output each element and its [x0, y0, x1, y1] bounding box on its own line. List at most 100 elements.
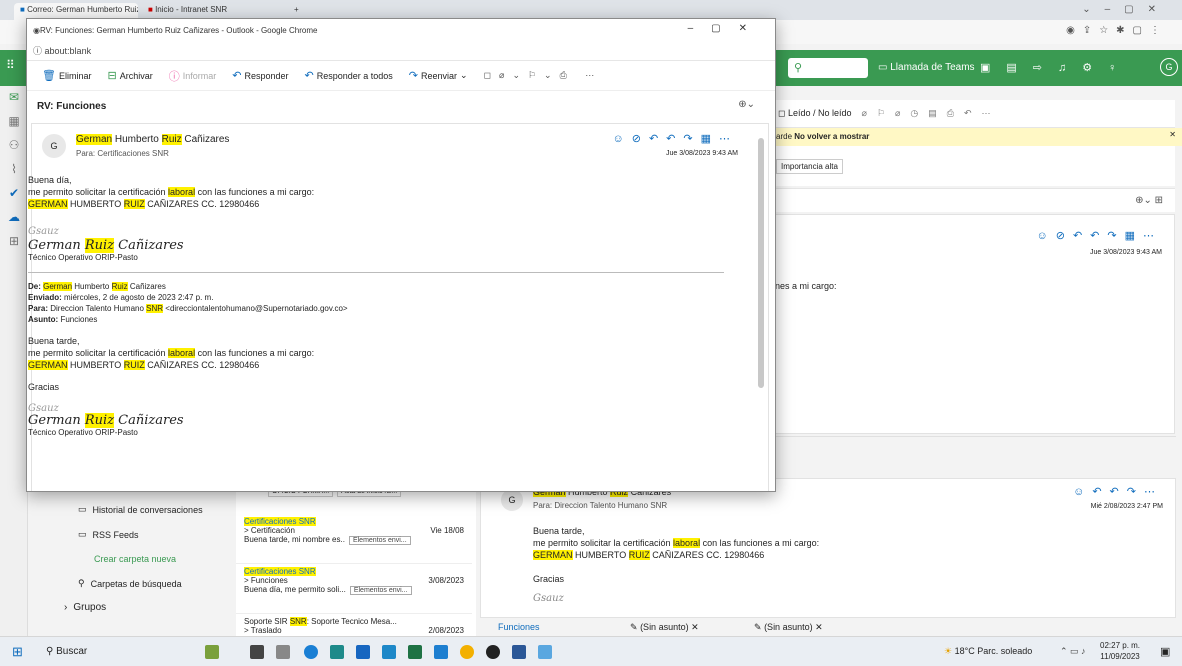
snr-icon: ■ [148, 5, 153, 14]
report-button[interactable]: ⓘ Informar [164, 68, 222, 84]
bg-message-actions[interactable]: ☺⊘↶↶↷▦⋯ [1037, 229, 1163, 242]
clock[interactable]: 02:27 p. m. 11/09/2023 [1100, 640, 1140, 662]
zoom-icon[interactable]: ⊕⌄ [738, 99, 755, 110]
pencil-icon: ✎ [754, 622, 762, 632]
avatar[interactable]: G [1160, 58, 1178, 76]
teams-call-button[interactable]: ▭ Llamada de Teams [878, 62, 975, 73]
taskbar-app-icon[interactable] [205, 645, 219, 659]
signature-role: Técnico Operativo ORIP-Pasto [28, 253, 138, 262]
pencil-icon: ✎ [630, 622, 638, 632]
shield-icon: ⓘ [168, 70, 180, 83]
delete-button[interactable]: 🗑 Eliminar [37, 69, 96, 82]
groups-section[interactable]: › Grupos [64, 602, 106, 613]
scrollbar[interactable] [758, 138, 764, 388]
search-box[interactable]: ⚲ [788, 58, 868, 78]
bg-message-card: ☺⊘↶↶↷▦⋯ Jue 3/08/2023 9:43 AM nes a mi c… [770, 214, 1175, 434]
mail-item[interactable]: Certificaciones SNR > Funciones 3/08/2023… [236, 564, 472, 614]
reply-all-icon: ↶ [304, 70, 314, 82]
search-icon: ⚲ [794, 62, 803, 74]
tab-funciones[interactable]: Funciones [498, 622, 540, 632]
windows-start-icon[interactable]: ⊞ [12, 644, 23, 660]
bg-message-date: Jue 3/08/2023 9:43 AM [1090, 249, 1162, 256]
video-icon: ▭ [878, 62, 888, 73]
todo-icon[interactable]: ✔ [6, 186, 22, 202]
notification-icon[interactable]: ▣ [1160, 645, 1170, 658]
taskbar: ⊞ ⚲ Buscar ☀ 18°C Parc. soleado ⌃ ▭ ♪ 02… [0, 636, 1182, 666]
ie-icon[interactable] [434, 645, 448, 659]
popup-window-controls[interactable]: –▢✕ [688, 23, 765, 34]
more-toolbar-icons[interactable]: ◻⌀⌄⚐⌄⎙ ⋯ [479, 70, 608, 81]
forward-header: De: German Humberto Ruiz Cañizares Envia… [28, 282, 348, 324]
bg-importance-area: Importancia alta [770, 146, 1175, 186]
taskbar-app-icon[interactable] [250, 645, 264, 659]
attach-icon[interactable]: ⌇ [6, 162, 22, 178]
importance-badge: Importancia alta [776, 159, 843, 174]
onedrive-icon[interactable]: ☁ [6, 210, 22, 226]
people-icon[interactable]: ⚇ [6, 138, 22, 154]
avatar: G [501, 489, 523, 511]
reply-all-button[interactable]: ↶ Responder a todos [299, 69, 397, 82]
taskbar-app-icon[interactable] [330, 645, 344, 659]
browser-actions[interactable]: ◉⇪☆✱▢⋮ [1066, 25, 1168, 36]
bg-reading-pane: G German Humberto Ruiz Cañizares Para: D… [480, 478, 1176, 618]
chrome-icon[interactable] [460, 645, 474, 659]
edge-icon[interactable] [304, 645, 318, 659]
folder-rss[interactable]: ▭ RSS Feeds [78, 529, 139, 540]
recipient-line: Para: Certificaciones SNR [76, 149, 169, 158]
popup-address-bar: ⓘ about:blank [27, 41, 775, 61]
apps-icon[interactable]: ⊞ [6, 234, 22, 250]
sender-name[interactable]: German Humberto Ruiz Cañizares [76, 134, 229, 145]
message-actions[interactable]: ☺↶↶↷⋯ [1073, 485, 1163, 498]
signature-name: German Ruiz Cañizares [28, 238, 184, 253]
message-date: Mié 2/08/2023 2:47 PM [1090, 503, 1163, 510]
signature-name: German Ruiz Cañizares [28, 413, 184, 428]
read-unread-button[interactable]: ◻ Leído / No leído [778, 108, 852, 119]
signature-image: Gsauz [28, 226, 59, 237]
taskbar-app-icon[interactable] [356, 645, 370, 659]
reply-icon: ↶ [232, 70, 242, 82]
taskbar-search[interactable]: ⚲ Buscar [40, 641, 200, 663]
folder-history[interactable]: ▭ Historial de conversaciones [78, 504, 203, 515]
window-controls[interactable]: ⌄–▢✕ [1082, 4, 1170, 15]
dont-show-again-link[interactable]: No volver a mostrar [794, 132, 869, 141]
tray-icons[interactable]: ⌃ ▭ ♪ [1060, 646, 1086, 657]
header-icons[interactable]: ▣▤⇨♫⚙♀ [980, 61, 1132, 74]
mail-icon[interactable]: ✉ [6, 90, 22, 106]
message-card: G German Humberto Ruiz Cañizares Para: C… [28, 123, 769, 491]
bg-reading-toolbar: ◻ Leído / No leído ⌀⚐⌀◷▤⎙↶⋯ [770, 100, 1175, 128]
forward-button[interactable]: ↷ Reenviar ⌄ [404, 69, 473, 82]
mail-item[interactable]: Soporte SIR SNR: Soporte Tecnico Mesa...… [236, 614, 472, 636]
forward-icon: ↷ [408, 70, 418, 82]
folder-search[interactable]: ⚲ Carpetas de búsqueda [78, 578, 182, 589]
create-folder-link[interactable]: Crear carpeta nueva [94, 554, 176, 564]
mail-icon[interactable] [382, 645, 396, 659]
mail-item[interactable]: Certificaciones SNR > Certificación Vie 1… [236, 514, 472, 564]
bg-toolbar-icons[interactable]: ⌀⚐⌀◷▤⎙↶⋯ [862, 108, 1001, 119]
excel-icon[interactable] [408, 645, 422, 659]
search-icon: ⚲ [46, 646, 54, 657]
calendar-icon[interactable]: ▦ [6, 114, 22, 130]
app-launcher-icon[interactable]: ⠿ [6, 58, 15, 72]
subject-row: RV: Funciones ⊕⌄ [27, 91, 775, 121]
tab-sin-asunto[interactable]: ✎ (Sin asunto) ✕ [630, 622, 699, 633]
close-icon[interactable]: ✕ [1169, 130, 1176, 139]
message-body: Buena día, me permito solicitar la certi… [28, 174, 748, 439]
tab-sin-asunto[interactable]: ✎ (Sin asunto) ✕ [754, 622, 823, 633]
avatar: G [42, 134, 66, 158]
bg-subject-row: ⊕⌄ ⊞ [770, 188, 1175, 212]
search-icon: ⚲ [78, 578, 85, 588]
weather-widget[interactable]: ☀ 18°C Parc. soleado [944, 646, 1032, 657]
bg-message-body: nes a mi cargo: [775, 281, 837, 291]
taskbar-app-icon[interactable] [276, 645, 290, 659]
reply-button[interactable]: ↶ Responder [227, 69, 293, 82]
archive-button[interactable]: ⊟ Archivar [102, 69, 157, 82]
compose-tabs: Funciones ✎ (Sin asunto) ✕ ✎ (Sin asunto… [490, 618, 1180, 636]
message-actions[interactable]: ☺⊘↶↶↷▦⋯ [613, 132, 739, 145]
taskbar-app-icon[interactable] [538, 645, 552, 659]
zoom-icon[interactable]: ⊕⌄ ⊞ [1135, 195, 1163, 206]
media-icon[interactable] [486, 645, 500, 659]
folder-icon: ▭ [78, 529, 87, 539]
popup-titlebar: ◉ RV: Funciones: German Humberto Ruiz Ca… [27, 19, 775, 41]
word-icon[interactable] [512, 645, 526, 659]
trash-icon: 🗑 [42, 70, 56, 82]
